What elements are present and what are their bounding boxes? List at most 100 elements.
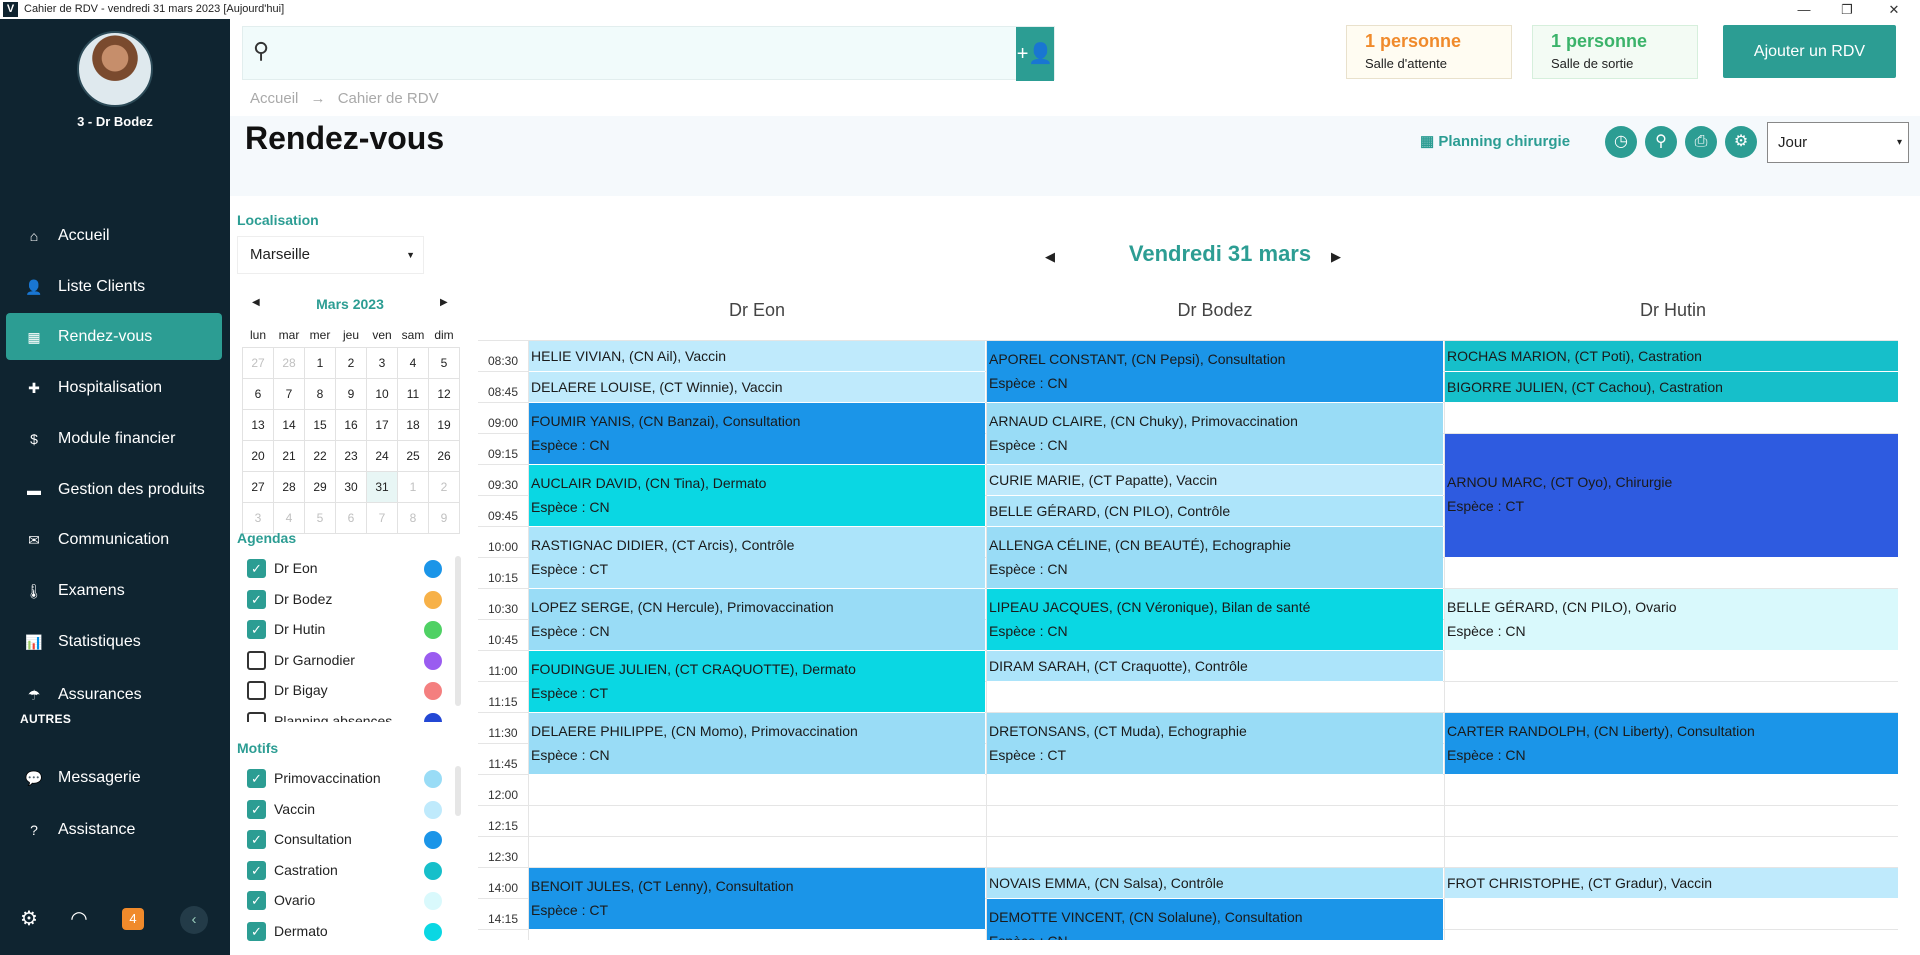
calendar-day[interactable]: 6 bbox=[242, 377, 274, 410]
calendar-day[interactable]: 27 bbox=[242, 346, 274, 379]
restore-button[interactable]: ❐ bbox=[1827, 0, 1867, 19]
calendar-day[interactable]: 9 bbox=[335, 377, 367, 410]
settings-icon[interactable]: ⚙ bbox=[1725, 126, 1757, 158]
calendar-day[interactable]: 10 bbox=[366, 377, 398, 410]
next-month-icon[interactable]: ▶ bbox=[440, 297, 448, 308]
sidebar-item-assistance[interactable]: ? Assistance bbox=[6, 806, 222, 853]
checkbox[interactable] bbox=[247, 711, 266, 722]
notification-badge[interactable]: 4 bbox=[122, 908, 144, 930]
sidebar-item-communication[interactable]: ✉ Communication bbox=[6, 516, 222, 563]
calendar-day[interactable]: 4 bbox=[273, 501, 305, 534]
appointment-block[interactable]: BENOIT JULES, (CT Lenny), Consultation Es… bbox=[529, 868, 985, 930]
appointment-block[interactable]: BIGORRE JULIEN, (CT Cachou), Castration bbox=[1445, 372, 1898, 403]
appointment-block[interactable]: ARNAUD CLAIRE, (CN Chuky), Primovaccinat… bbox=[987, 403, 1443, 465]
add-rdv-button[interactable]: Ajouter un RDV bbox=[1723, 25, 1896, 78]
calendar-day[interactable]: 3 bbox=[242, 501, 274, 534]
calendar-day[interactable]: 1 bbox=[304, 346, 336, 379]
appointment-block[interactable]: LIPEAU JACQUES, (CN Véronique), Bilan de… bbox=[987, 589, 1443, 651]
sidebar-item-hospitalisation[interactable]: ✚ Hospitalisation bbox=[6, 364, 222, 411]
agendas-item[interactable]: Dr Garnodier bbox=[247, 649, 447, 671]
sidebar-item-accueil[interactable]: ⌂ Accueil bbox=[6, 212, 222, 259]
calendar-day[interactable]: 23 bbox=[335, 439, 367, 472]
calendar-day[interactable]: 4 bbox=[397, 346, 429, 379]
calendar-day[interactable]: 28 bbox=[273, 346, 305, 379]
calendar-day[interactable]: 17 bbox=[366, 408, 398, 441]
motifs-item[interactable]: ✓ Vaccin bbox=[247, 798, 447, 820]
sidebar-item-gestion-des-produits[interactable]: ▬ Gestion des produits bbox=[6, 466, 222, 513]
appointment-block[interactable]: FROT CHRISTOPHE, (CT Gradur), Vaccin bbox=[1445, 868, 1898, 899]
history-icon[interactable]: ◷ bbox=[1605, 126, 1637, 158]
calendar-day[interactable]: 11 bbox=[397, 377, 429, 410]
motifs-item[interactable]: ✓ Dermato bbox=[247, 920, 447, 942]
view-select[interactable]: Jour ▾ bbox=[1767, 122, 1909, 163]
calendar-day[interactable]: 12 bbox=[428, 377, 460, 410]
motifs-item[interactable]: ✓ Primovaccination bbox=[247, 767, 447, 789]
calendar-day[interactable]: 18 bbox=[397, 408, 429, 441]
calendar-day[interactable]: 3 bbox=[366, 346, 398, 379]
search-icon[interactable]: ⚲ bbox=[1645, 126, 1677, 158]
agendas-item[interactable]: ✓ Dr Bodez bbox=[247, 588, 447, 610]
calendar-day[interactable]: 30 bbox=[335, 470, 367, 503]
close-button[interactable]: ✕ bbox=[1874, 0, 1914, 19]
appointment-block[interactable]: NOVAIS EMMA, (CN Salsa), Contrôle bbox=[987, 868, 1443, 899]
appointment-block[interactable]: DELAERE PHILIPPE, (CN Momo), Primovaccin… bbox=[529, 713, 985, 775]
calendar-day[interactable]: 19 bbox=[428, 408, 460, 441]
checkbox[interactable]: ✓ bbox=[247, 799, 266, 819]
add-client-button[interactable]: +👤 bbox=[1016, 27, 1054, 81]
calendar-day[interactable]: 31 bbox=[366, 470, 398, 503]
calendar-day[interactable]: 29 bbox=[304, 470, 336, 503]
calendar-day[interactable]: 2 bbox=[428, 470, 460, 503]
calendar-day[interactable]: 20 bbox=[242, 439, 274, 472]
print-icon[interactable]: ⎙ bbox=[1685, 126, 1717, 158]
agendas-scrollbar[interactable] bbox=[455, 556, 461, 706]
checkbox[interactable] bbox=[247, 681, 266, 700]
motifs-item[interactable]: ✓ Ovario bbox=[247, 889, 447, 911]
collapse-sidebar-button[interactable]: ‹ bbox=[180, 906, 208, 934]
checkbox[interactable]: ✓ bbox=[247, 891, 266, 910]
calendar-day[interactable]: 5 bbox=[428, 346, 460, 379]
checkbox[interactable]: ✓ bbox=[247, 860, 266, 880]
breadcrumb-home[interactable]: Accueil bbox=[250, 90, 298, 107]
appointment-block[interactable]: DEMOTTE VINCENT, (CN Solalune), Consulta… bbox=[987, 899, 1443, 940]
appointment-block[interactable]: CARTER RANDOLPH, (CN Liberty), Consultat… bbox=[1445, 713, 1898, 775]
appointment-block[interactable]: HELIE VIVIAN, (CN Ail), Vaccin bbox=[529, 341, 985, 372]
motifs-scrollbar[interactable] bbox=[455, 766, 461, 816]
appointment-block[interactable]: BELLE GÉRARD, (CN PILO), Ovario Espèce : … bbox=[1445, 589, 1898, 651]
next-day-icon[interactable]: ▶ bbox=[1331, 249, 1341, 265]
calendar-day[interactable]: 7 bbox=[366, 501, 398, 534]
rss-feed-icon[interactable]: ◠ bbox=[66, 906, 92, 932]
appointment-block[interactable]: CURIE MARIE, (CT Papatte), Vaccin bbox=[987, 465, 1443, 496]
appointment-block[interactable]: LOPEZ SERGE, (CN Hercule), Primovaccinat… bbox=[529, 589, 985, 651]
checkbox[interactable]: ✓ bbox=[247, 559, 266, 578]
planning-chirurgie-link[interactable]: ▦ Planning chirurgie bbox=[1420, 132, 1570, 150]
calendar-day[interactable]: 1 bbox=[397, 470, 429, 503]
agendas-item[interactable]: Planning absences bbox=[247, 710, 447, 722]
time-row[interactable]: 12:30 bbox=[478, 837, 1898, 868]
calendar-day[interactable]: 16 bbox=[335, 408, 367, 441]
checkbox[interactable]: ✓ bbox=[247, 620, 266, 639]
appointment-block[interactable]: AUCLAIR DAVID, (CN Tina), Dermato Espèce … bbox=[529, 465, 985, 527]
time-row[interactable]: 12:15 bbox=[478, 806, 1898, 837]
calendar-day[interactable]: 8 bbox=[397, 501, 429, 534]
calendar-day[interactable]: 13 bbox=[242, 408, 274, 441]
calendar-day[interactable]: 15 bbox=[304, 408, 336, 441]
waiting-room-counter[interactable]: 1 personne Salle d'attente bbox=[1346, 25, 1512, 79]
agendas-item[interactable]: ✓ Dr Hutin bbox=[247, 618, 447, 640]
exit-room-counter[interactable]: 1 personne Salle de sortie bbox=[1532, 25, 1698, 79]
appointment-block[interactable]: ALLENGA CÉLINE, (CN BEAUTÉ), Echographie… bbox=[987, 527, 1443, 589]
calendar-day[interactable]: 2 bbox=[335, 346, 367, 379]
localisation-select[interactable]: Marseille ▼ bbox=[237, 236, 424, 274]
appointment-block[interactable]: FOUDINGUE JULIEN, (CT CRAQUOTTE), Dermat… bbox=[529, 651, 985, 713]
motifs-item[interactable]: ✓ Consultation bbox=[247, 828, 447, 850]
appointment-block[interactable]: FOUMIR YANIS, (CN Banzai), Consultation E… bbox=[529, 403, 985, 465]
calendar-day[interactable]: 8 bbox=[304, 377, 336, 410]
settings-gear-icon[interactable]: ⚙ bbox=[16, 906, 42, 932]
checkbox[interactable]: ✓ bbox=[247, 769, 266, 788]
appointment-block[interactable]: DIRAM SARAH, (CT Craquotte), Contrôle bbox=[987, 651, 1443, 682]
calendar-day[interactable]: 6 bbox=[335, 501, 367, 534]
checkbox[interactable]: ✓ bbox=[247, 589, 266, 609]
avatar[interactable] bbox=[77, 31, 153, 107]
calendar-day[interactable]: 25 bbox=[397, 439, 429, 472]
calendar-day[interactable]: 14 bbox=[273, 408, 305, 441]
appointment-block[interactable]: ROCHAS MARION, (CT Poti), Castration bbox=[1445, 341, 1898, 372]
